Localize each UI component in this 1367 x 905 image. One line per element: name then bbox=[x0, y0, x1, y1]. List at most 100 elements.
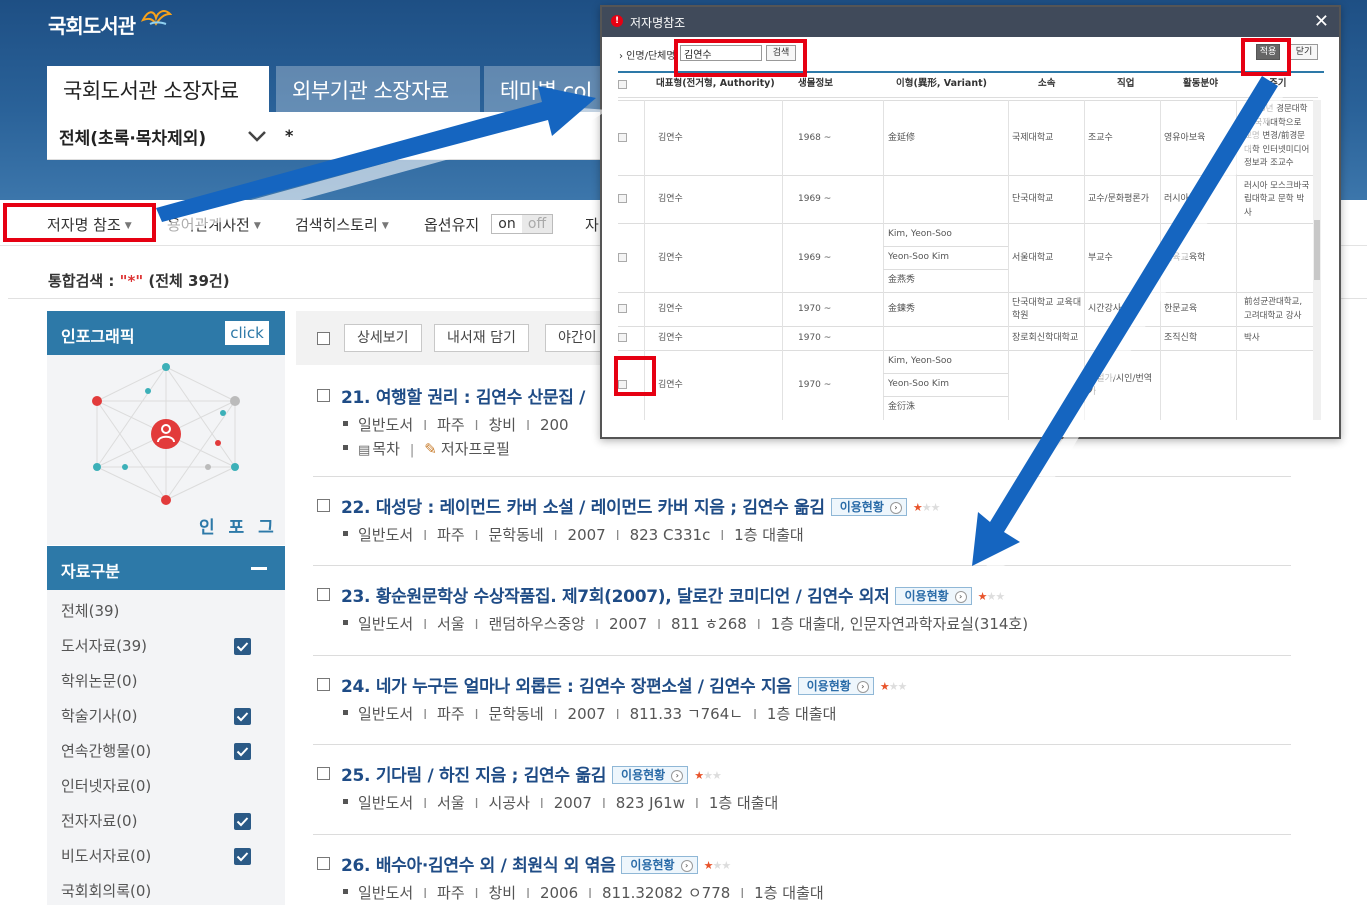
column-divider bbox=[782, 292, 783, 326]
author-row-checkbox[interactable] bbox=[618, 194, 627, 203]
search-history-menu[interactable]: 검색히스토리 ▼ bbox=[295, 214, 389, 235]
result-meta-field: 창비 bbox=[488, 416, 517, 434]
popup-column-header: 활동분야 bbox=[1183, 78, 1218, 89]
tab-nal-holdings[interactable]: 국회도서관 소장자료 bbox=[47, 66, 269, 112]
category-checkbox-icon[interactable] bbox=[234, 743, 251, 760]
result-checkbox[interactable] bbox=[317, 588, 330, 601]
tab-theme-collection[interactable]: 테마별 col bbox=[484, 66, 600, 112]
usage-status-badge[interactable]: 이용현황 › bbox=[612, 766, 689, 784]
category-item[interactable]: 학술기사(0) bbox=[61, 705, 137, 726]
popup-scrollbar[interactable] bbox=[1313, 100, 1321, 420]
option-keep-toggle[interactable]: on off bbox=[491, 214, 553, 234]
author-row-checkbox[interactable] bbox=[618, 333, 627, 342]
usage-status-badge[interactable]: 이용현황 › bbox=[621, 856, 698, 874]
author-row-checkbox[interactable] bbox=[618, 380, 627, 389]
detail-view-button[interactable]: 상세보기 bbox=[344, 324, 422, 352]
category-item[interactable]: 국회회의록(0) bbox=[61, 880, 151, 901]
column-divider bbox=[1236, 350, 1237, 420]
result-meta: 일반도서 I 파주 I 문학동네 I 2007 I 811.33 ㄱ764ㄴ I 1층 대출대 bbox=[343, 703, 836, 724]
toggle-off[interactable]: off bbox=[522, 215, 552, 233]
result-meta-field: 1층 대출대 bbox=[766, 705, 837, 723]
author-variant-name: 金鍊秀 bbox=[888, 304, 916, 314]
category-item[interactable]: 연속간행물(0) bbox=[61, 740, 151, 761]
result-title[interactable]: 24. 네가 누구든 얼마나 외롭든 : 김연수 장편소설 / 김연수 지음 이용… bbox=[341, 672, 907, 697]
result-title-text[interactable]: 21. 여행할 권리 : 김연수 산문집 / bbox=[341, 388, 585, 408]
infographic-click-button[interactable]: click bbox=[225, 321, 269, 345]
thesaurus-menu[interactable]: 용어관계사전 ▼ bbox=[167, 214, 261, 235]
result-title-text[interactable]: 26. 배수아·김연수 외 / 최원식 외 엮음 bbox=[341, 856, 616, 876]
author-row-checkbox[interactable] bbox=[618, 252, 627, 262]
author-row[interactable] bbox=[618, 175, 1318, 223]
result-checkbox[interactable] bbox=[317, 857, 330, 870]
result-checkbox[interactable] bbox=[317, 767, 330, 780]
author-row-checkbox[interactable] bbox=[618, 132, 627, 142]
author-row[interactable] bbox=[618, 223, 1318, 292]
author-row-checkbox[interactable] bbox=[618, 304, 627, 313]
category-checkbox-icon[interactable] bbox=[234, 638, 251, 655]
scrollbar-thumb[interactable] bbox=[1314, 220, 1320, 280]
result-title[interactable]: 21. 여행할 권리 : 김연수 산문집 / bbox=[341, 383, 585, 408]
result-title-text[interactable]: 22. 대성당 : 레이먼드 카버 소설 / 레이먼드 카버 지음 ; 김연수 … bbox=[341, 498, 825, 518]
result-title-text[interactable]: 23. 황순원문학상 수상작품집. 제7회(2007), 달로간 코미디언 / … bbox=[341, 587, 890, 607]
author-reference-menu[interactable]: 저자명 참조 ▼ bbox=[47, 214, 132, 235]
select-all-checkbox[interactable] bbox=[317, 332, 330, 345]
result-checkbox[interactable] bbox=[317, 678, 330, 691]
bullet-icon bbox=[343, 531, 348, 536]
tab-external-holdings[interactable]: 외부기관 소장자료 bbox=[276, 66, 480, 112]
result-title[interactable]: 22. 대성당 : 레이먼드 카버 소설 / 레이먼드 카버 지음 ; 김연수 … bbox=[341, 493, 940, 518]
category-item[interactable]: 도서자료(39) bbox=[61, 635, 147, 656]
author-name-input[interactable] bbox=[680, 45, 762, 61]
category-header[interactable]: 자료구분 bbox=[47, 546, 285, 590]
author-profile-link[interactable]: 저자프로필 bbox=[441, 440, 510, 458]
column-divider bbox=[1084, 175, 1085, 223]
meta-separator: I bbox=[474, 887, 479, 902]
result-meta-field: 2007 bbox=[567, 526, 606, 544]
result-title[interactable]: 26. 배수아·김연수 외 / 최원식 외 엮음 이용현황 › ★★★ bbox=[341, 851, 731, 876]
author-row[interactable] bbox=[618, 100, 1318, 175]
result-checkbox[interactable] bbox=[317, 499, 330, 512]
result-title[interactable]: 25. 기다림 / 하진 지음 ; 김연수 옮김 이용현황 › ★★★ bbox=[341, 761, 722, 786]
infographic-panel[interactable]: 인 포 그 래 bbox=[47, 355, 285, 545]
usage-status-label: 이용현황 bbox=[904, 589, 949, 603]
meta-separator: I bbox=[601, 797, 606, 812]
author-field: 러시아문학 bbox=[1164, 194, 1206, 204]
author-row[interactable] bbox=[618, 292, 1318, 326]
toc-link[interactable]: 목차 bbox=[372, 440, 400, 458]
result-title[interactable]: 23. 황순원문학상 수상작품집. 제7회(2007), 달로간 코미디언 / … bbox=[341, 582, 1005, 607]
search-query-input[interactable]: * bbox=[285, 126, 293, 145]
author-variant-name: 金衍洙 bbox=[888, 402, 916, 412]
author-occupation: 교수/문화평론가 bbox=[1088, 194, 1149, 204]
toggle-on[interactable]: on bbox=[492, 215, 522, 233]
chevron-right-icon: › bbox=[671, 770, 684, 782]
author-row[interactable] bbox=[618, 350, 1318, 420]
rating-star-filled: ★ bbox=[694, 769, 704, 782]
add-to-bookshelf-button[interactable]: 내서재 담기 bbox=[434, 324, 529, 352]
toolbar-more-item[interactable]: 자 bbox=[585, 214, 599, 235]
category-item[interactable]: 비도서자료(0) bbox=[61, 845, 151, 866]
result-title-text[interactable]: 24. 네가 누구든 얼마나 외롭든 : 김연수 장편소설 / 김연수 지음 bbox=[341, 677, 792, 697]
apply-button[interactable]: 적용 bbox=[1256, 44, 1280, 60]
author-row[interactable] bbox=[618, 326, 1318, 350]
meta-separator: I bbox=[740, 887, 745, 902]
usage-status-badge[interactable]: 이용현황 › bbox=[797, 677, 874, 695]
usage-status-label: 이용현황 bbox=[630, 858, 675, 872]
usage-status-badge[interactable]: 이용현황 › bbox=[895, 587, 972, 605]
category-checkbox-icon[interactable] bbox=[234, 708, 251, 725]
search-scope-select[interactable]: 전체(초록·목차제외) bbox=[59, 124, 206, 149]
popup-close-button[interactable]: 닫기 bbox=[1290, 44, 1318, 60]
category-item[interactable]: 인터넷자료(0) bbox=[61, 775, 151, 796]
category-checkbox-icon[interactable] bbox=[234, 848, 251, 865]
popup-search-button[interactable]: 검색 bbox=[766, 45, 796, 61]
category-checkbox-icon[interactable] bbox=[234, 813, 251, 830]
result-title-text[interactable]: 25. 기다림 / 하진 지음 ; 김연수 옮김 bbox=[341, 766, 606, 786]
category-item[interactable]: 전체(39) bbox=[61, 600, 119, 621]
result-checkbox[interactable] bbox=[317, 389, 330, 402]
category-item[interactable]: 학위논문(0) bbox=[61, 670, 137, 691]
select-all-authors-checkbox[interactable] bbox=[618, 80, 627, 89]
usage-status-badge[interactable]: 이용현황 › bbox=[830, 498, 907, 516]
category-item[interactable]: 전자자료(0) bbox=[61, 810, 137, 831]
chevron-down-icon[interactable] bbox=[247, 126, 267, 146]
close-icon[interactable]: ✕ bbox=[1314, 11, 1329, 32]
brand-logo-text[interactable]: 국회도서관 bbox=[48, 10, 136, 39]
collapse-minus-icon[interactable] bbox=[251, 567, 267, 570]
